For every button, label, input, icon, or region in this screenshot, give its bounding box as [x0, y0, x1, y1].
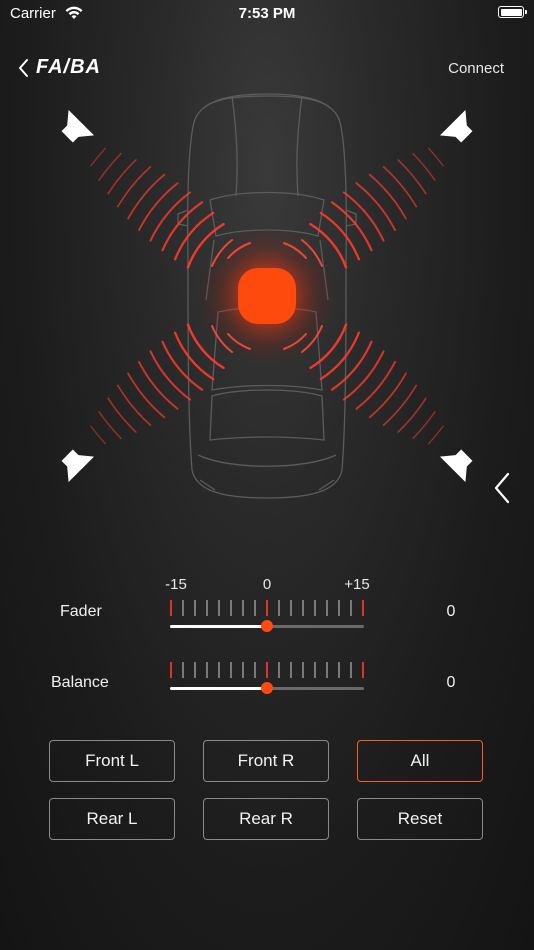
balance-label: Balance [51, 674, 109, 691]
tick-mark [194, 600, 196, 616]
fader-ticks [170, 600, 364, 616]
tick-mark [242, 600, 244, 616]
back-chevron-icon[interactable] [14, 56, 34, 80]
fader-value: 0 [446, 603, 456, 620]
wave-arc [412, 411, 436, 440]
tick-mark [266, 600, 268, 616]
front-right-button[interactable]: Front R [203, 740, 329, 782]
tick-mark [170, 662, 172, 678]
clock: 7:53 PM [238, 5, 296, 22]
tick-mark [350, 662, 352, 678]
tick-mark [326, 600, 328, 616]
rear-right-button[interactable]: Rear R [203, 798, 329, 840]
wave-arc [355, 182, 396, 231]
wave-arc [428, 425, 444, 445]
fader-label: Fader [60, 603, 102, 620]
tick-mark [218, 600, 220, 616]
tick-mark [290, 662, 292, 678]
tick-mark [218, 662, 220, 678]
battery-icon [498, 6, 527, 18]
tick-mark [326, 662, 328, 678]
speaker-icon-rear-left [61, 449, 95, 483]
tick-mark [314, 600, 316, 616]
wave-arc [368, 173, 407, 220]
balance-ticks [170, 662, 364, 678]
wave-arc [397, 159, 427, 195]
tick-mark [338, 600, 340, 616]
side-chevron-icon[interactable] [490, 470, 514, 506]
tick-mark [194, 662, 196, 678]
speaker-icon-front-right [439, 109, 473, 143]
connect-button[interactable]: Connect [448, 60, 504, 77]
tick-mark [206, 662, 208, 678]
tick-mark [362, 662, 364, 678]
tick-mark [302, 662, 304, 678]
balance-fill [170, 687, 267, 690]
wave-arc [355, 361, 396, 410]
scale-max-label: +15 [344, 576, 370, 593]
reset-button[interactable]: Reset [357, 798, 483, 840]
scale-min-label: -15 [165, 576, 187, 593]
tick-mark [230, 600, 232, 616]
tick-mark [350, 600, 352, 616]
page-title: FA/BA [36, 56, 101, 78]
tick-mark [182, 662, 184, 678]
tick-mark [230, 662, 232, 678]
fader-fill [170, 625, 267, 628]
wave-arc [90, 425, 106, 445]
wave-arc [127, 173, 166, 220]
rear-left-button[interactable]: Rear L [49, 798, 175, 840]
status-bar: Carrier 7:53 PM [0, 0, 534, 30]
scale-mid-label: 0 [262, 576, 272, 593]
tick-mark [338, 662, 340, 678]
tick-mark [242, 662, 244, 678]
balance-slider[interactable] [170, 682, 364, 694]
wave-arc [368, 372, 407, 419]
wave-arc [127, 372, 166, 419]
tick-mark [254, 662, 256, 678]
tick-mark [290, 600, 292, 616]
tick-mark [266, 662, 268, 678]
wave-arc [138, 182, 179, 231]
wave-arc [107, 159, 137, 195]
balance-knob[interactable] [261, 682, 273, 694]
tick-mark [182, 600, 184, 616]
wave-arc [90, 147, 106, 167]
tick-mark [302, 600, 304, 616]
car-soundfield-diagram [61, 93, 473, 499]
tick-mark [170, 600, 172, 616]
tick-mark [254, 600, 256, 616]
front-left-button[interactable]: Front L [49, 740, 175, 782]
wave-arc [98, 411, 122, 440]
wave-arc [107, 397, 137, 433]
speaker-icon-rear-right [439, 449, 473, 483]
wave-arc [412, 152, 436, 181]
all-button[interactable]: All [357, 740, 483, 782]
wave-arc [138, 361, 179, 410]
wave-arc [397, 397, 427, 433]
tick-mark [278, 600, 280, 616]
fader-slider[interactable] [170, 620, 364, 632]
tick-mark [278, 662, 280, 678]
center-sound-point [238, 268, 296, 324]
tick-mark [362, 600, 364, 616]
balance-value: 0 [446, 674, 456, 691]
wave-arc [428, 147, 444, 167]
fader-knob[interactable] [261, 620, 273, 632]
speaker-icon-front-left [61, 109, 95, 143]
wave-arc [98, 152, 122, 181]
tick-mark [314, 662, 316, 678]
tick-mark [206, 600, 208, 616]
